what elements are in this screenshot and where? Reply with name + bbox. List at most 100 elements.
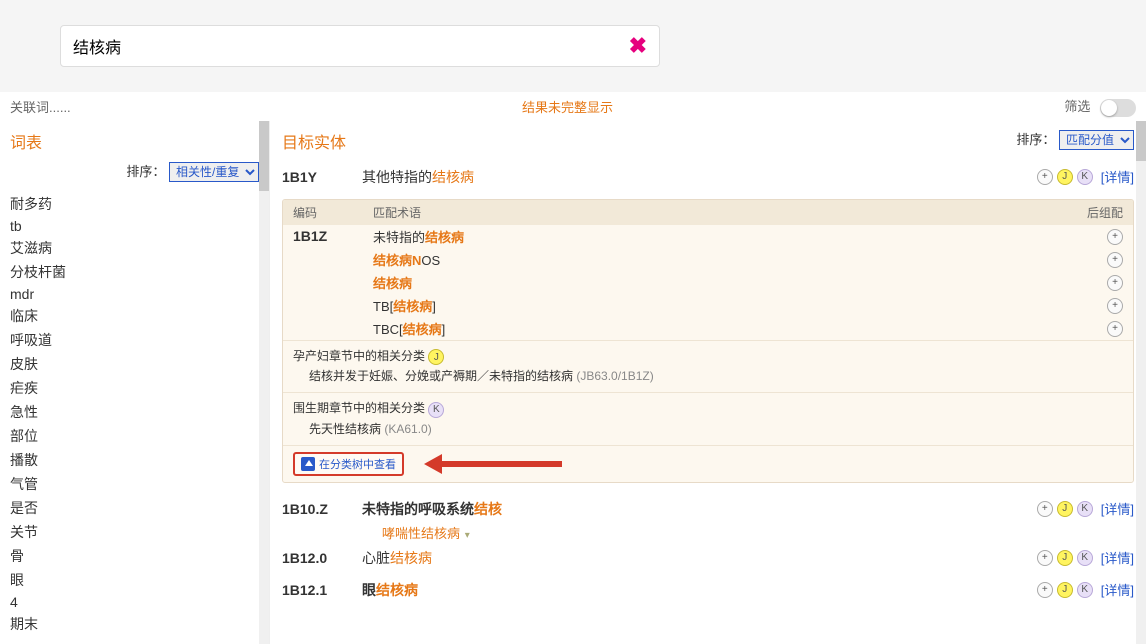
- j-badge[interactable]: J: [1057, 169, 1073, 185]
- panel-post: [1063, 296, 1123, 314]
- plus-icon[interactable]: [1037, 169, 1053, 185]
- detail-link[interactable]: [详情]: [1101, 580, 1134, 599]
- action-group: JK [详情]: [1037, 548, 1134, 567]
- word-item[interactable]: 播散: [10, 448, 259, 472]
- panel-row[interactable]: TBC[结核病]: [283, 317, 1133, 340]
- word-item[interactable]: 皮肤: [10, 352, 259, 376]
- term-text: 心脏结核病: [362, 548, 1037, 568]
- panel-post: [1063, 319, 1123, 337]
- result-row[interactable]: 1B12.1眼结核病JK[详情]: [282, 574, 1134, 606]
- close-icon[interactable]: ✖: [629, 33, 647, 59]
- word-item[interactable]: 骨: [10, 544, 259, 568]
- entity-code: 1B1Y: [282, 169, 362, 185]
- action-group: JK [详情]: [1037, 167, 1134, 186]
- j-badge[interactable]: J: [1057, 501, 1073, 517]
- scrollbar-left[interactable]: [259, 121, 269, 644]
- entity-code: 1B12.0: [282, 550, 362, 566]
- sort-select-left[interactable]: 相关性/重复: [169, 162, 259, 182]
- panel-row[interactable]: 结核病NOS: [283, 248, 1133, 271]
- k-badge[interactable]: K: [1077, 550, 1093, 566]
- plus-icon[interactable]: [1107, 275, 1123, 291]
- section-desc[interactable]: 结核并发于妊娠、分娩或产褥期／未特指的结核病 (JB63.0/1B1Z): [293, 365, 1123, 386]
- sort-select-right[interactable]: 匹配分值: [1059, 130, 1134, 150]
- word-item[interactable]: 4: [10, 592, 259, 612]
- filter-group: 筛选: [1064, 96, 1136, 117]
- result-row[interactable]: 1B10.Z未特指的呼吸系统结核 JK [详情]: [282, 493, 1134, 525]
- plus-icon[interactable]: [1107, 321, 1123, 337]
- j-badge[interactable]: J: [1057, 550, 1073, 566]
- panel-row[interactable]: TB[结核病]: [283, 294, 1133, 317]
- filter-toggle[interactable]: [1100, 99, 1136, 117]
- term-text: 未特指的呼吸系统结核: [362, 499, 1037, 519]
- detail-link[interactable]: [详情]: [1101, 167, 1134, 186]
- panel-footer: 在分类树中查看: [283, 445, 1133, 482]
- chevron-down-icon[interactable]: ▾: [462, 530, 470, 541]
- detail-link[interactable]: [详情]: [1101, 499, 1134, 518]
- panel-post: [1063, 250, 1123, 268]
- result-row[interactable]: 1B1Y其他特指的结核病JK[详情]: [282, 161, 1134, 193]
- word-item[interactable]: 疟疾: [10, 376, 259, 400]
- plus-icon[interactable]: [1107, 252, 1123, 268]
- detail-panel: 编码匹配术语后组配1B1Z未特指的结核病结核病NOS 结核病 TB[结核病] TBC[…: [282, 199, 1134, 483]
- word-item[interactable]: 眼: [10, 568, 259, 592]
- panel-term: TB[结核病]: [373, 296, 1063, 315]
- panel-row[interactable]: 结核病: [283, 271, 1133, 294]
- detail-link[interactable]: [详情]: [1101, 548, 1134, 567]
- word-item[interactable]: 气管: [10, 472, 259, 496]
- entity-title: 目标实体: [282, 129, 346, 153]
- panel-term: 未特指的结核病: [373, 227, 1063, 246]
- word-item[interactable]: 艾滋病: [10, 236, 259, 260]
- panel-term: 结核病: [373, 273, 1063, 292]
- tree-label: 在分类树中查看: [319, 456, 396, 472]
- word-item[interactable]: 耐多药: [10, 192, 259, 216]
- word-item[interactable]: 呼吸道: [10, 328, 259, 352]
- k-badge[interactable]: K: [1077, 501, 1093, 517]
- plus-icon[interactable]: [1107, 298, 1123, 314]
- word-item[interactable]: 部位: [10, 424, 259, 448]
- section-desc[interactable]: 先天性结核病 (KA61.0): [293, 418, 1123, 439]
- entity-panel: 目标实体 排序： 匹配分值 1B1Y其他特指的结核病JK[详情]编码匹配术语后组…: [270, 121, 1146, 644]
- word-item[interactable]: 急性: [10, 400, 259, 424]
- word-item[interactable]: 是否: [10, 496, 259, 520]
- j-badge[interactable]: J: [1057, 582, 1073, 598]
- k-badge[interactable]: K: [1077, 582, 1093, 598]
- panel-header: 编码匹配术语后组配: [283, 200, 1133, 225]
- sort-label-left: 排序：: [126, 164, 165, 179]
- search-box[interactable]: ✖: [60, 25, 660, 67]
- scrollbar-right[interactable]: [1136, 121, 1146, 644]
- j-badge[interactable]: J: [428, 349, 444, 365]
- plus-icon[interactable]: [1037, 550, 1053, 566]
- k-badge[interactable]: K: [1077, 169, 1093, 185]
- view-in-tree-button[interactable]: 在分类树中查看: [293, 452, 404, 476]
- word-item[interactable]: 分枝杆菌: [10, 260, 259, 284]
- plus-icon[interactable]: [1037, 501, 1053, 517]
- word-list: 耐多药tb艾滋病分枝杆菌mdr临床呼吸道皮肤疟疾急性部位播散气管是否关节骨眼4期…: [10, 192, 259, 636]
- term-text: 眼结核病: [362, 580, 1037, 600]
- plus-icon[interactable]: [1107, 229, 1123, 245]
- panel-post: [1063, 273, 1123, 291]
- sort-label-right: 排序：: [1016, 132, 1055, 147]
- col-term: 匹配术语: [373, 204, 1063, 221]
- search-input[interactable]: [73, 37, 629, 55]
- result-row[interactable]: 1B12.0心脏结核病 JK [详情]: [282, 542, 1134, 574]
- entity-code: 1B10.Z: [282, 501, 362, 517]
- incomplete-results-warning: 结果未完整显示: [522, 97, 613, 116]
- word-item[interactable]: tb: [10, 216, 259, 236]
- word-item[interactable]: 关节: [10, 520, 259, 544]
- col-code: 编码: [293, 204, 373, 221]
- panel-term: 结核病NOS: [373, 250, 1063, 269]
- word-item[interactable]: mdr: [10, 284, 259, 304]
- k-badge[interactable]: K: [428, 402, 444, 418]
- sub-term[interactable]: 哮喘性结核病 ▾: [282, 523, 1134, 542]
- results-area: 1B1Y其他特指的结核病JK[详情]编码匹配术语后组配1B1Z未特指的结核病结核…: [282, 161, 1134, 606]
- plus-icon[interactable]: [1037, 582, 1053, 598]
- word-item[interactable]: 期末: [10, 612, 259, 636]
- filter-label: 筛选: [1064, 99, 1090, 114]
- word-item[interactable]: 临床: [10, 304, 259, 328]
- search-bar-area: ✖: [0, 0, 1146, 92]
- panel-term: TBC[结核病]: [373, 319, 1063, 338]
- panel-section: 孕产妇章节中的相关分类 J结核并发于妊娠、分娩或产褥期／未特指的结核病 (JB6…: [283, 340, 1133, 393]
- related-words-label: 关联词......: [10, 97, 71, 116]
- panel-row[interactable]: 1B1Z未特指的结核病: [283, 225, 1133, 248]
- section-title: 围生期章节中的相关分类 K: [293, 399, 1123, 418]
